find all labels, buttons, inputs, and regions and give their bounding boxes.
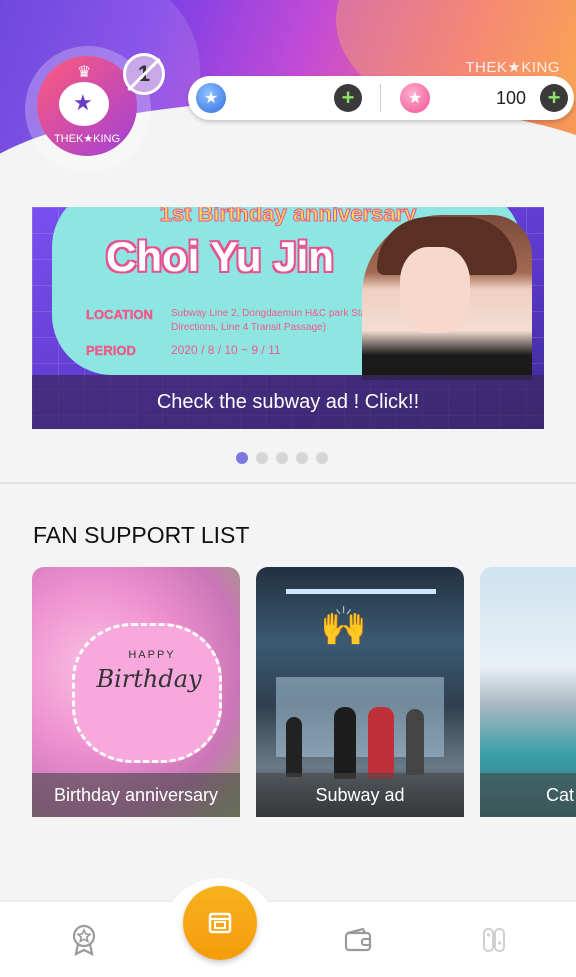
pink-points-value: 100 <box>495 88 526 108</box>
section-title: FAN SUPPORT LIST <box>33 522 250 548</box>
card-cat[interactable]: Cat <box>480 567 576 817</box>
wallet-icon-svg <box>344 927 372 952</box>
gallery-icon[interactable] <box>183 886 257 960</box>
card-label: Subway ad <box>256 773 464 817</box>
level-badge[interactable]: 1 <box>123 53 165 95</box>
brand-wordmark: THEK★KING <box>465 59 560 76</box>
controller-icon[interactable] <box>478 924 510 956</box>
blue-star-coin-icon: ★ <box>196 83 226 113</box>
carousel-dot[interactable] <box>316 452 328 464</box>
add-pink-points-button[interactable]: + <box>540 84 568 112</box>
card-subway-ad[interactable]: 🙌 Subway ad <box>256 567 464 817</box>
banner-name: Choi Yu Jin <box>106 233 334 280</box>
banner-cta[interactable]: Check the subway ad ! Click!! <box>32 375 544 429</box>
raised-hands-icon: 🙌 <box>320 606 367 648</box>
carousel-dot[interactable] <box>276 452 288 464</box>
birthday-card-art-small: HAPPY <box>128 649 176 661</box>
subway-person <box>368 707 394 779</box>
card-birthday-anniversary[interactable]: HAPPY Birthday Birthday anniversary <box>32 567 240 817</box>
section-divider <box>0 482 576 484</box>
birthday-card-art-text: Birthday <box>96 665 202 693</box>
subway-person <box>286 717 302 777</box>
banner-portrait-face <box>400 247 470 333</box>
card-label: Cat <box>480 773 576 817</box>
points-divider <box>380 84 381 112</box>
card-label: Birthday anniversary <box>32 773 240 817</box>
pink-star-coin-icon: ★ <box>400 83 430 113</box>
badge-icon[interactable] <box>68 924 100 956</box>
banner-period-label: PERIOD <box>86 343 136 358</box>
carousel-dot[interactable] <box>256 452 268 464</box>
logo-mascot-icon <box>59 82 109 126</box>
carousel-dot[interactable] <box>236 452 248 464</box>
add-blue-points-button[interactable]: + <box>334 84 362 112</box>
banner-location-label: LOCATION <box>86 307 153 322</box>
logo-circle: ♛ THEK★KING <box>37 56 137 156</box>
crown-icon: ♛ <box>77 64 92 81</box>
badge-icon-svg <box>72 924 96 956</box>
promo-banner[interactable]: 1st Birthday anniversary Choi Yu Jin LOC… <box>32 207 544 429</box>
carousel-dot[interactable] <box>296 452 308 464</box>
gallery-icon-svg <box>208 912 232 934</box>
banner-period-text: 2020 / 8 / 10 ~ 9 / 11 <box>171 343 281 357</box>
carousel-indicator <box>236 452 328 464</box>
subway-person <box>334 707 356 779</box>
birthday-card-art <box>72 623 222 763</box>
subway-ceiling-light <box>286 589 436 594</box>
subway-person <box>406 709 424 775</box>
controller-icon-svg <box>483 928 505 952</box>
bottom-nav <box>0 878 576 977</box>
wallet-icon[interactable] <box>342 924 374 956</box>
logo-text: THEK★KING <box>53 133 121 145</box>
points-bar: ★ 0 + ★ 100 + <box>188 76 574 120</box>
